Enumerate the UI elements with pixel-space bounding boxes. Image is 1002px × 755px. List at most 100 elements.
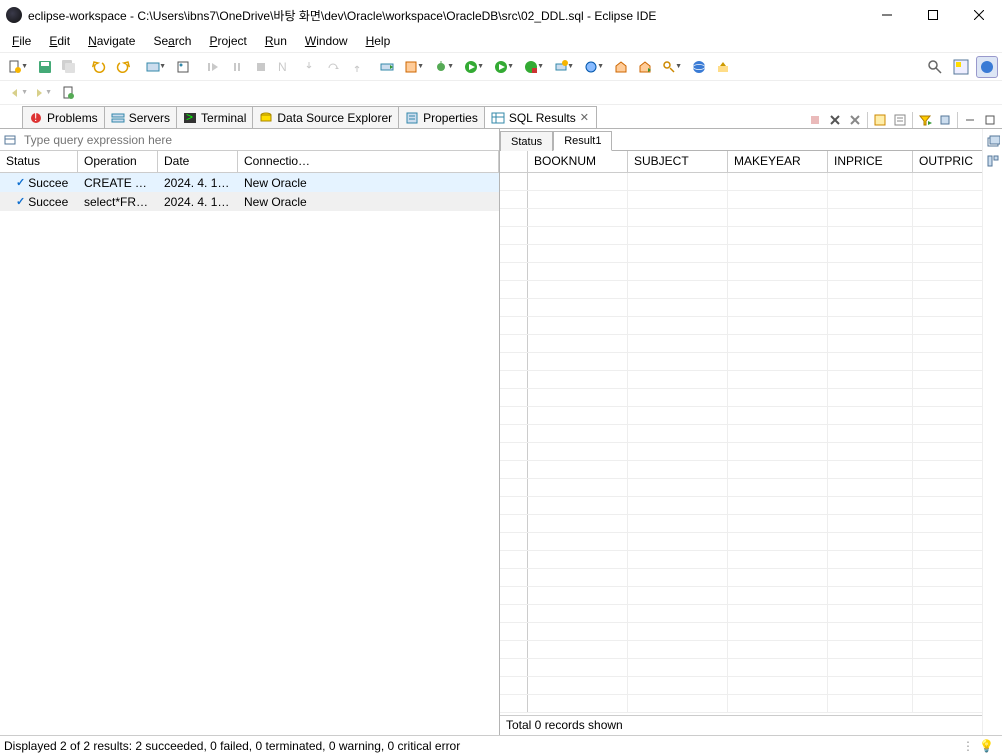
terminate-button[interactable] [250, 56, 272, 78]
grid-row[interactable] [500, 551, 982, 569]
redo-button[interactable] [112, 56, 134, 78]
grid-row[interactable] [500, 569, 982, 587]
tab-sql-results[interactable]: SQL Results✕ [484, 106, 597, 128]
filter-input[interactable] [20, 133, 499, 147]
grid-row[interactable] [500, 605, 982, 623]
menu-project[interactable]: Project [201, 32, 254, 50]
menu-run[interactable]: Run [257, 32, 295, 50]
web-browser-button[interactable] [688, 56, 710, 78]
outline-button[interactable] [985, 153, 1001, 169]
col-rownum[interactable] [500, 151, 528, 172]
maximize-view-button[interactable] [982, 112, 998, 128]
tab-problems[interactable]: !Problems [22, 106, 105, 128]
menu-navigate[interactable]: Navigate [80, 32, 143, 50]
result-tab-status[interactable]: Status [500, 131, 553, 151]
grid-row[interactable] [500, 425, 982, 443]
menu-edit[interactable]: Edit [41, 32, 78, 50]
tip-bulb-icon[interactable]: 💡 [979, 739, 994, 753]
menu-window[interactable]: Window [297, 32, 356, 50]
col-makeyear[interactable]: MAKEYEAR [728, 151, 828, 172]
debug-button[interactable]: ▼ [430, 56, 452, 78]
back-button[interactable]: ▼ [4, 82, 26, 104]
step-into-button[interactable] [298, 56, 320, 78]
publish-button[interactable]: ▼ [400, 56, 422, 78]
save-all-button[interactable] [58, 56, 80, 78]
sql-scrapbook-button[interactable] [172, 56, 194, 78]
grid-row[interactable] [500, 677, 982, 695]
result-grid[interactable]: BOOKNUM SUBJECT MAKEYEAR INPRICE OUTPRIC [500, 151, 982, 715]
result-tab-result1[interactable]: Result1 [553, 131, 612, 151]
tab-properties[interactable]: Properties [398, 106, 485, 128]
grid-row[interactable] [500, 515, 982, 533]
connection-profile-button[interactable]: ▼ [142, 56, 164, 78]
coverage-button[interactable]: ▼ [520, 56, 542, 78]
grid-row[interactable] [500, 443, 982, 461]
grid-row[interactable] [500, 407, 982, 425]
run-last-button[interactable]: ▼ [490, 56, 512, 78]
open-task-button[interactable] [634, 56, 656, 78]
col-date[interactable]: Date [158, 151, 238, 172]
new-wizard-button[interactable]: ▼ [580, 56, 602, 78]
perspective-db-button[interactable] [950, 56, 972, 78]
tomcat-button[interactable] [712, 56, 734, 78]
close-button[interactable] [956, 0, 1002, 30]
text-mode-button[interactable] [892, 112, 908, 128]
grid-row[interactable] [500, 479, 982, 497]
preferences-button[interactable] [937, 112, 953, 128]
remove-result-button[interactable] [807, 112, 823, 128]
forward-button[interactable]: ▼ [28, 82, 50, 104]
search-button[interactable]: ▼ [658, 56, 680, 78]
col-status[interactable]: Status [0, 151, 78, 172]
minimize-button[interactable] [864, 0, 910, 30]
grid-row[interactable] [500, 389, 982, 407]
col-connection[interactable]: Connectio… [238, 151, 499, 172]
grid-row[interactable] [500, 209, 982, 227]
grid-row[interactable] [500, 317, 982, 335]
grid-row[interactable] [500, 623, 982, 641]
run-button[interactable]: ▼ [460, 56, 482, 78]
grid-row[interactable] [500, 695, 982, 713]
grid-row[interactable] [500, 299, 982, 317]
pin-editor-button[interactable] [58, 82, 80, 104]
suspend-button[interactable] [226, 56, 248, 78]
resume-button[interactable] [202, 56, 224, 78]
grid-row[interactable] [500, 497, 982, 515]
grid-row[interactable] [500, 659, 982, 677]
step-over-button[interactable] [322, 56, 344, 78]
restart-server-button[interactable] [376, 56, 398, 78]
col-booknum[interactable]: BOOKNUM [528, 151, 628, 172]
history-row[interactable]: ✓Succee select*FRO… 2024. 4. 13… New Ora… [0, 192, 499, 211]
single-tab-button[interactable] [872, 112, 888, 128]
grid-row[interactable] [500, 533, 982, 551]
close-tab-icon[interactable]: ✕ [580, 111, 590, 124]
grid-row[interactable] [500, 191, 982, 209]
maximize-button[interactable] [910, 0, 956, 30]
tab-terminal[interactable]: >Terminal [176, 106, 253, 128]
col-outprice[interactable]: OUTPRIC [913, 151, 982, 172]
grid-row[interactable] [500, 245, 982, 263]
tab-data-source-explorer[interactable]: Data Source Explorer [252, 106, 399, 128]
filter-results-button[interactable] [917, 112, 933, 128]
grid-row[interactable] [500, 227, 982, 245]
grid-row[interactable] [500, 587, 982, 605]
step-return-button[interactable] [346, 56, 368, 78]
new-server-button[interactable]: ▼ [550, 56, 572, 78]
grid-row[interactable] [500, 641, 982, 659]
open-type-button[interactable] [610, 56, 632, 78]
undo-button[interactable] [88, 56, 110, 78]
disconnect-button[interactable]: N [274, 56, 296, 78]
minimize-view-button[interactable] [962, 112, 978, 128]
restore-button[interactable] [985, 133, 1001, 149]
access-search-button[interactable] [924, 56, 946, 78]
grid-row[interactable] [500, 173, 982, 191]
new-button[interactable]: ▼ [4, 56, 26, 78]
grid-row[interactable] [500, 353, 982, 371]
grid-row[interactable] [500, 335, 982, 353]
perspective-jee-button[interactable] [976, 56, 998, 78]
filter-toggle-button[interactable] [0, 130, 20, 150]
remove-all-button[interactable] [827, 112, 843, 128]
col-operation[interactable]: Operation [78, 151, 158, 172]
col-subject[interactable]: SUBJECT [628, 151, 728, 172]
grid-row[interactable] [500, 371, 982, 389]
menu-help[interactable]: Help [358, 32, 399, 50]
